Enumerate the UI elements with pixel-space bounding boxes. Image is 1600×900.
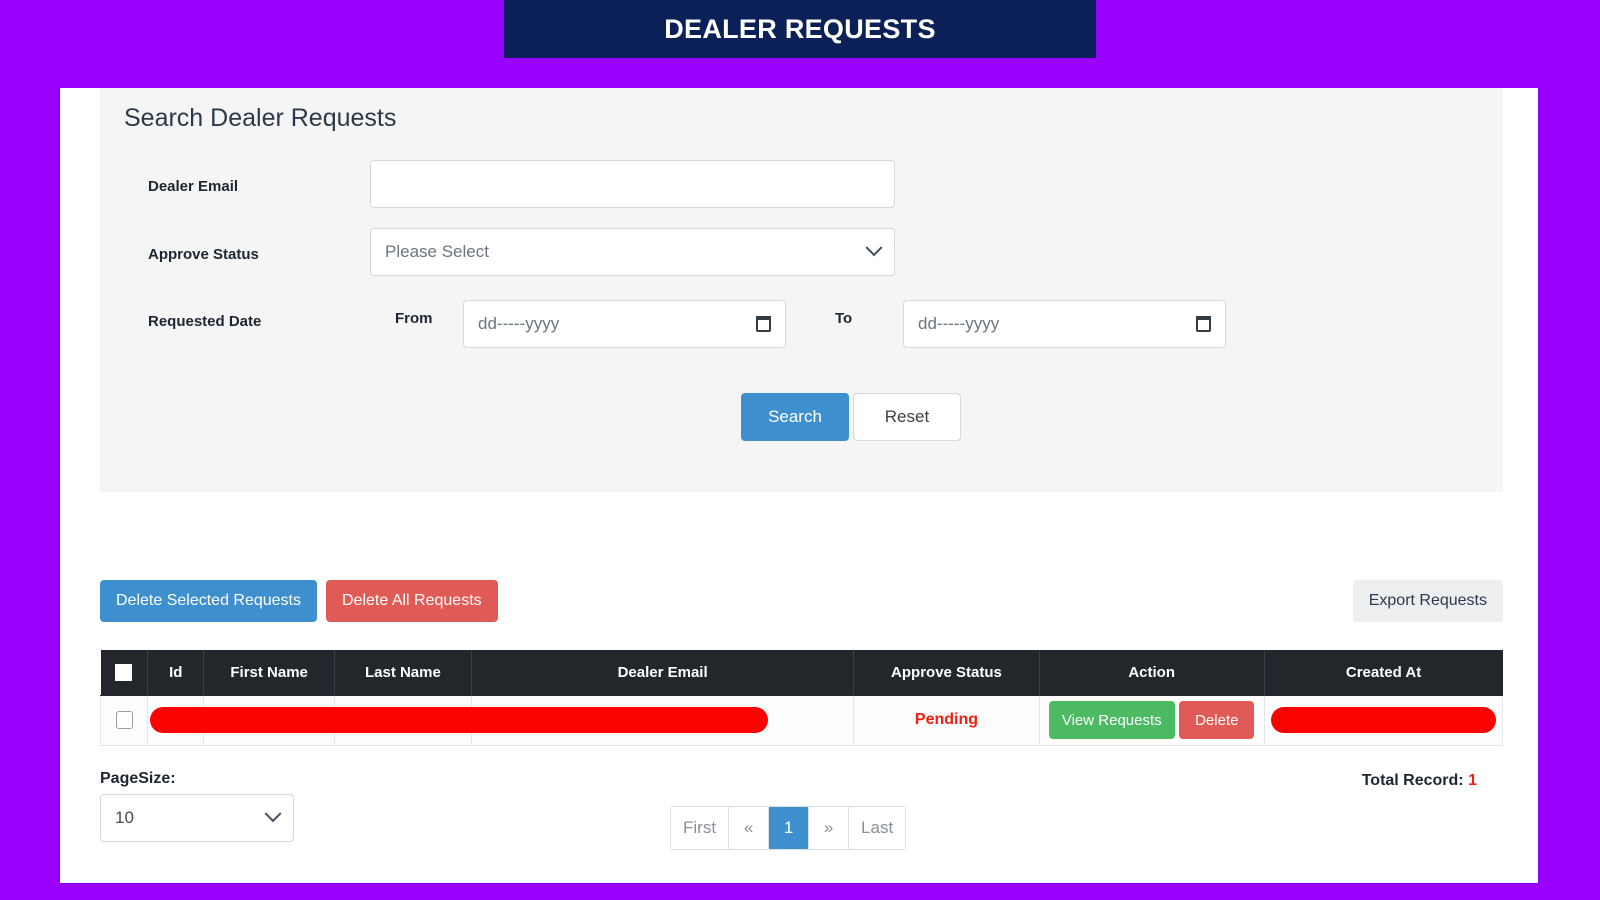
table-row: Pending View Requests Delete bbox=[99, 695, 1504, 746]
total-record: Total Record: 1 bbox=[1362, 772, 1477, 790]
header-banner-wrap: DEALER REQUESTS bbox=[0, 0, 1600, 72]
approve-status-value: Please Select bbox=[385, 242, 489, 261]
total-record-value: 1 bbox=[1468, 772, 1477, 789]
column-header-approve-status: Approve Status bbox=[853, 650, 1040, 696]
pagination-next[interactable]: » bbox=[809, 807, 850, 849]
calendar-icon[interactable] bbox=[756, 316, 771, 332]
select-all-checkbox[interactable] bbox=[115, 664, 133, 682]
cell-created-at bbox=[1263, 695, 1504, 746]
table-footer: PageSize: 10 First « 1 » Last Total Reco… bbox=[100, 760, 1503, 870]
delete-all-requests-button[interactable]: Delete All Requests bbox=[326, 580, 498, 622]
column-header-dealer-email: Dealer Email bbox=[471, 650, 855, 696]
approve-status-select[interactable]: Please Select bbox=[370, 228, 895, 276]
table-header-row: Id First Name Last Name Dealer Email App… bbox=[100, 650, 1503, 696]
date-from-value: dd-----yyyy bbox=[478, 314, 560, 333]
pagination-last[interactable]: Last bbox=[849, 807, 906, 849]
requested-date-from-input[interactable]: dd-----yyyy bbox=[463, 300, 786, 348]
export-requests-button[interactable]: Export Requests bbox=[1352, 580, 1503, 622]
calendar-icon[interactable] bbox=[1196, 316, 1211, 332]
date-to-value: dd-----yyyy bbox=[918, 314, 1000, 333]
date-from-label: From bbox=[395, 310, 433, 327]
column-header-first-name: First Name bbox=[203, 650, 335, 696]
row-select-cell[interactable] bbox=[99, 695, 149, 746]
pagination: First « 1 » Last bbox=[670, 806, 907, 850]
date-to-label: To bbox=[835, 310, 853, 327]
cell-id bbox=[147, 695, 769, 746]
chevron-down-icon bbox=[865, 239, 883, 257]
cell-action: View Requests Delete bbox=[1038, 695, 1265, 746]
column-header-created-at: Created At bbox=[1264, 650, 1503, 696]
page-card: Search Dealer Requests Dealer Email Appr… bbox=[60, 88, 1538, 883]
pagesize-value: 10 bbox=[115, 808, 134, 827]
column-header-last-name: Last Name bbox=[334, 650, 472, 696]
redaction-bar bbox=[1270, 706, 1496, 733]
view-requests-button[interactable]: View Requests bbox=[1048, 701, 1175, 739]
requested-date-label: Requested Date bbox=[148, 313, 262, 330]
dealer-requests-table: Id First Name Last Name Dealer Email App… bbox=[99, 650, 1504, 746]
column-header-action: Action bbox=[1039, 650, 1265, 696]
pagination-page-1[interactable]: 1 bbox=[769, 807, 810, 849]
dealer-email-input[interactable] bbox=[370, 160, 895, 208]
search-panel-title: Search Dealer Requests bbox=[124, 104, 397, 132]
search-button[interactable]: Search bbox=[741, 393, 849, 441]
status-badge: Pending bbox=[914, 711, 979, 728]
pagination-prev[interactable]: « bbox=[729, 807, 770, 849]
redaction-bar bbox=[150, 706, 769, 733]
pagesize-select[interactable]: 10 bbox=[100, 794, 294, 842]
column-header-id: Id bbox=[147, 650, 205, 696]
approve-status-label: Approve Status bbox=[148, 246, 259, 263]
chevron-down-icon bbox=[264, 805, 282, 823]
pagination-first[interactable]: First bbox=[671, 807, 730, 849]
row-checkbox[interactable] bbox=[115, 710, 133, 729]
reset-button[interactable]: Reset bbox=[853, 393, 961, 441]
search-panel: Search Dealer Requests Dealer Email Appr… bbox=[100, 88, 1503, 492]
total-record-label: Total Record: bbox=[1361, 772, 1464, 789]
action-bar: Delete Selected Requests Delete All Requ… bbox=[100, 580, 1503, 622]
dealer-email-label: Dealer Email bbox=[148, 178, 239, 195]
pagesize-label: PageSize: bbox=[100, 770, 176, 787]
select-all-header[interactable] bbox=[100, 650, 149, 696]
delete-selected-requests-button[interactable]: Delete Selected Requests bbox=[100, 580, 317, 622]
delete-row-button[interactable]: Delete bbox=[1179, 701, 1255, 739]
page-title: DEALER REQUESTS bbox=[504, 0, 1096, 58]
cell-approve-status: Pending bbox=[853, 695, 1040, 746]
requested-date-to-input[interactable]: dd-----yyyy bbox=[903, 300, 1226, 348]
